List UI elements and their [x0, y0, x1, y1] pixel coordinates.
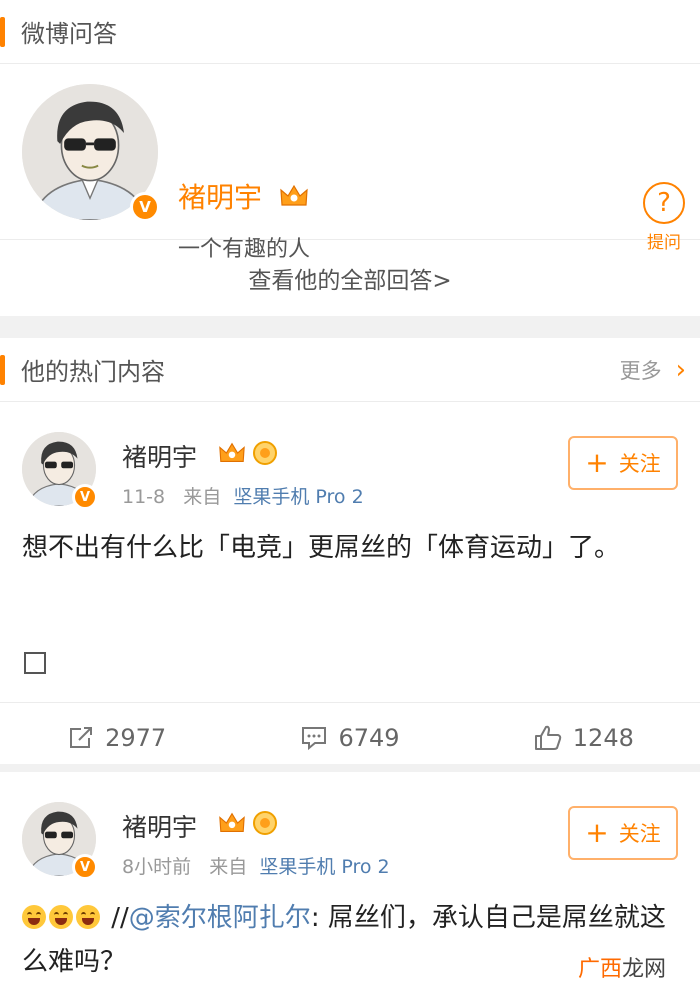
comment-count: 6749 [338, 723, 400, 752]
like-button[interactable]: 1248 [467, 703, 700, 772]
comment-button[interactable]: 6749 [233, 703, 466, 772]
more-link[interactable]: 更多 › [620, 338, 686, 402]
qa-user-card[interactable]: V 褚明宇 一个有趣的人 ? 提问 [0, 64, 700, 262]
watermark-part2: 龙网 [621, 957, 666, 982]
level-medal-icon [253, 811, 277, 835]
qa-user-description: 一个有趣的人 [178, 237, 311, 262]
post-author-badges [218, 440, 278, 466]
image-placeholder-checkbox[interactable] [24, 652, 46, 674]
like-icon [534, 725, 562, 750]
post-author-badges [218, 810, 278, 836]
follow-label: 关注 [618, 452, 661, 476]
repost-separator: // [111, 903, 129, 933]
section-divider [0, 316, 700, 338]
follow-label: 关注 [618, 822, 661, 846]
laughing-emoji-icon [76, 905, 100, 929]
repost-count: 2977 [105, 723, 167, 752]
hot-section-header: 他的热门内容 更多 › [0, 338, 700, 402]
section-accent-bar [0, 354, 5, 385]
post-source[interactable]: 坚果手机 Pro 2 [259, 856, 389, 878]
repost-button[interactable]: 2977 [0, 703, 233, 772]
qa-user-name-text: 褚明宇 [178, 181, 263, 214]
watermark-part1: 广西 [577, 957, 622, 982]
verified-badge-icon: V [72, 854, 98, 880]
qa-user-name[interactable]: 褚明宇 [178, 176, 309, 216]
laughing-emoji-icon [49, 905, 73, 929]
view-all-answers-link[interactable]: 查看他的全部回答> [0, 240, 700, 316]
question-icon: ? [643, 182, 685, 224]
post-source-prefix: 来自 [183, 486, 222, 508]
post-meta: 11-8 来自 坚果手机 Pro 2 [122, 482, 364, 509]
vip-crown-icon [279, 183, 309, 216]
section-accent-bar [0, 16, 5, 47]
post-author-name[interactable]: 褚明宇 [122, 808, 197, 844]
post-time: 11-8 [122, 486, 166, 508]
verified-badge-icon: V [72, 484, 98, 510]
feed-post: V 褚明宇 11-8 来自 坚果手机 Pro 2 + 关注 想不出有什么比「电竞… [0, 402, 700, 772]
level-medal-icon [253, 441, 277, 465]
plus-icon: + [585, 816, 609, 849]
qa-section-header: 微博问答 [0, 0, 700, 64]
site-watermark: 广西龙网 [578, 951, 666, 983]
post-time: 8小时前 [122, 856, 192, 878]
post-text: 想不出有什么比「电竞」更屌丝的「体育运动」了。 [22, 533, 621, 563]
chevron-right-icon: › [675, 355, 686, 385]
repost-icon [70, 726, 93, 748]
post-author-name[interactable]: 褚明宇 [122, 438, 197, 474]
vip-crown-icon [219, 442, 245, 462]
hot-section-title: 他的热门内容 [21, 358, 165, 386]
post-source[interactable]: 坚果手机 Pro 2 [233, 486, 363, 508]
follow-button[interactable]: + 关注 [568, 806, 678, 860]
post-source-prefix: 来自 [209, 856, 248, 878]
ask-question-button[interactable]: ? 提问 [642, 182, 686, 253]
post-meta: 8小时前 来自 坚果手机 Pro 2 [122, 852, 390, 879]
post-actions: 2977 6749 1248 [0, 702, 700, 772]
vip-crown-icon [219, 812, 245, 832]
qa-section-title: 微博问答 [21, 20, 117, 48]
plus-icon: + [585, 446, 609, 479]
ask-question-label: 提问 [647, 233, 681, 253]
laughing-emoji-icon [22, 905, 46, 929]
comment-icon [302, 726, 327, 750]
follow-button[interactable]: + 关注 [568, 436, 678, 490]
mention-link[interactable]: @索尔根阿扎尔 [129, 903, 311, 933]
like-count: 1248 [572, 723, 634, 752]
more-label: 更多 [619, 359, 662, 383]
verified-badge-icon: V [130, 192, 160, 222]
